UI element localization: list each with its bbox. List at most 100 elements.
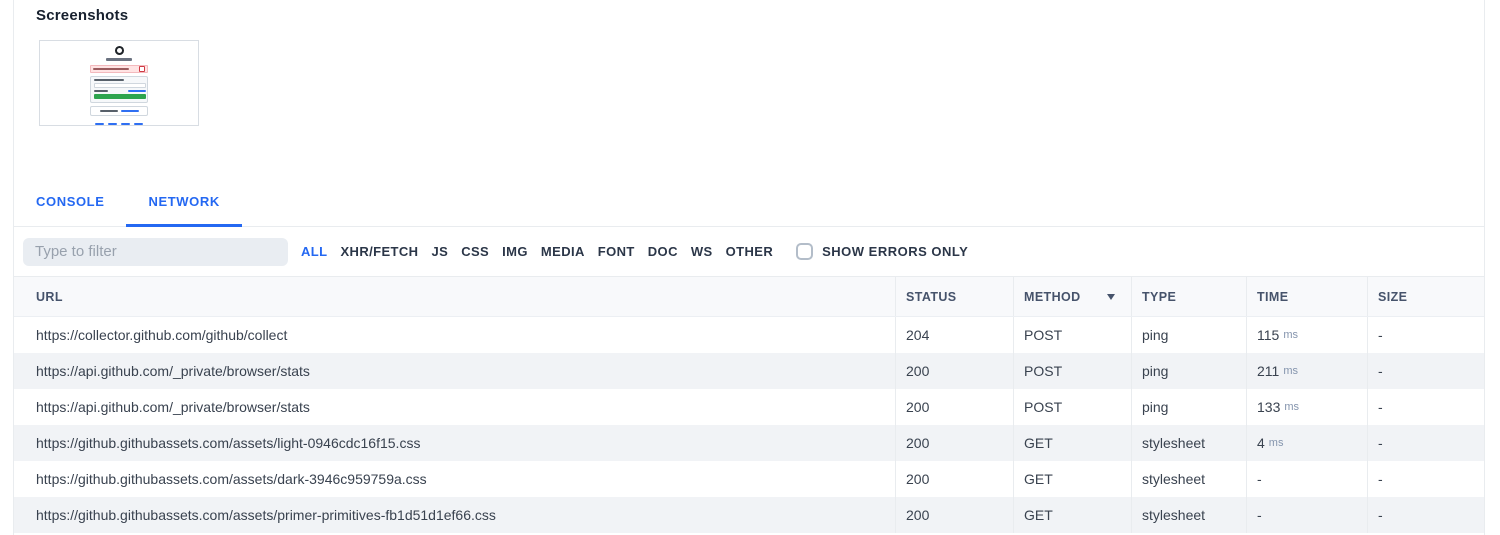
filter-type-all[interactable]: ALL [301, 244, 327, 259]
network-request-row[interactable]: https://github.githubassets.com/assets/d… [14, 461, 1484, 497]
thumb-login-form [90, 76, 148, 103]
cell-status: 200 [895, 497, 1013, 533]
column-header-type[interactable]: TYPE [1131, 277, 1246, 316]
cell-size: - [1367, 353, 1484, 389]
thumb-signin-heading [106, 58, 132, 61]
time-unit: ms [1283, 329, 1298, 341]
cell-type: ping [1131, 389, 1246, 425]
sort-descending-icon [1107, 294, 1115, 300]
cell-status: 200 [895, 461, 1013, 497]
thumb-footer-links [95, 123, 143, 125]
show-errors-only-toggle[interactable]: SHOW ERRORS ONLY [796, 243, 968, 260]
time-value: 115 [1257, 327, 1279, 343]
column-header-method-label: METHOD [1024, 290, 1081, 304]
thumb-forgot-password-link [128, 90, 146, 92]
thumb-error-flash [90, 65, 148, 74]
filter-type-ws[interactable]: WS [691, 244, 713, 259]
cell-url: https://github.githubassets.com/assets/l… [14, 425, 895, 461]
cell-time: - [1246, 461, 1367, 497]
errors-only-checkbox [796, 243, 813, 260]
cell-method: POST [1013, 317, 1131, 353]
cell-size: - [1367, 461, 1484, 497]
cell-method: GET [1013, 497, 1131, 533]
thumb-error-text [93, 68, 129, 70]
column-header-url[interactable]: URL [14, 277, 895, 316]
filter-type-media[interactable]: MEDIA [541, 244, 585, 259]
cell-size: - [1367, 425, 1484, 461]
thumb-signin-button [94, 94, 146, 99]
cell-time: - [1246, 497, 1367, 533]
screenshot-thumbnail-github-login[interactable] [39, 40, 199, 126]
thumb-create-account-link [121, 110, 139, 112]
network-request-row[interactable]: https://api.github.com/_private/browser/… [14, 353, 1484, 389]
cell-status: 200 [895, 389, 1013, 425]
filter-type-xhr-fetch[interactable]: XHR/FETCH [340, 244, 418, 259]
cell-type: stylesheet [1131, 425, 1246, 461]
cell-url: https://api.github.com/_private/browser/… [14, 353, 895, 389]
time-unit: ms [1283, 365, 1298, 377]
filter-type-list: ALL XHR/FETCH JS CSS IMG MEDIA FONT DOC WS OTHER [301, 244, 773, 259]
cell-status: 200 [895, 353, 1013, 389]
cell-status: 200 [895, 425, 1013, 461]
network-table-header: URL STATUS METHOD TYPE TIME SIZE [14, 277, 1484, 317]
cell-url: https://github.githubassets.com/assets/p… [14, 497, 895, 533]
cell-time: 4 ms [1246, 425, 1367, 461]
cell-time: 115 ms [1246, 317, 1367, 353]
devtools-tabbar: CONSOLE NETWORK [14, 185, 1484, 227]
cell-type: stylesheet [1131, 497, 1246, 533]
column-header-method[interactable]: METHOD [1013, 277, 1131, 316]
column-header-size[interactable]: SIZE [1367, 277, 1484, 316]
screenshots-title: Screenshots [36, 7, 1484, 24]
cell-time: 133 ms [1246, 389, 1367, 425]
filter-type-img[interactable]: IMG [502, 244, 528, 259]
cell-url: https://api.github.com/_private/browser/… [14, 389, 895, 425]
time-unit: ms [1269, 437, 1284, 449]
tab-console[interactable]: CONSOLE [14, 185, 126, 226]
cell-size: - [1367, 497, 1484, 533]
time-value: 211 [1257, 363, 1279, 379]
column-header-time[interactable]: TIME [1246, 277, 1367, 316]
thumb-password-label [94, 90, 108, 92]
filter-type-doc[interactable]: DOC [648, 244, 678, 259]
cell-url: https://collector.github.com/github/coll… [14, 317, 895, 353]
cell-size: - [1367, 317, 1484, 353]
cell-method: GET [1013, 425, 1131, 461]
cell-method: POST [1013, 389, 1131, 425]
network-table-body: https://collector.github.com/github/coll… [14, 317, 1484, 533]
network-table: URL STATUS METHOD TYPE TIME SIZE https:/… [14, 277, 1484, 533]
cell-type: ping [1131, 317, 1246, 353]
time-value: - [1257, 507, 1262, 523]
time-value: 133 [1257, 399, 1280, 415]
network-request-row[interactable]: https://collector.github.com/github/coll… [14, 317, 1484, 353]
thumb-create-account-box [90, 106, 148, 116]
filter-input[interactable] [23, 238, 288, 266]
cell-method: GET [1013, 461, 1131, 497]
filter-type-css[interactable]: CSS [461, 244, 489, 259]
errors-only-label: SHOW ERRORS ONLY [822, 244, 968, 259]
network-request-row[interactable]: https://github.githubassets.com/assets/l… [14, 425, 1484, 461]
devtools-panel: Screenshots [13, 0, 1485, 535]
time-value: - [1257, 471, 1262, 487]
thumb-username-label [94, 79, 124, 81]
cell-size: - [1367, 389, 1484, 425]
cell-status: 204 [895, 317, 1013, 353]
column-header-status[interactable]: STATUS [895, 277, 1013, 316]
cell-url: https://github.githubassets.com/assets/d… [14, 461, 895, 497]
filter-type-js[interactable]: JS [431, 244, 448, 259]
network-request-row[interactable]: https://api.github.com/_private/browser/… [14, 389, 1484, 425]
cell-type: ping [1131, 353, 1246, 389]
thumb-close-icon [139, 66, 145, 72]
cell-method: POST [1013, 353, 1131, 389]
time-value: 4 [1257, 435, 1265, 451]
cell-type: stylesheet [1131, 461, 1246, 497]
network-request-row[interactable]: https://github.githubassets.com/assets/p… [14, 497, 1484, 533]
screenshots-section: Screenshots [14, 0, 1484, 126]
filter-type-other[interactable]: OTHER [726, 244, 774, 259]
cell-time: 211 ms [1246, 353, 1367, 389]
thumb-new-to-github-text [100, 110, 118, 112]
github-logo-icon [115, 46, 124, 55]
thumb-username-input [94, 83, 146, 88]
tab-network[interactable]: NETWORK [126, 185, 241, 226]
filter-type-font[interactable]: FONT [598, 244, 635, 259]
network-filter-bar: ALLXHR/FETCHJSCSSIMGMEDIAFONTDOCWSOTHER … [14, 227, 1484, 277]
